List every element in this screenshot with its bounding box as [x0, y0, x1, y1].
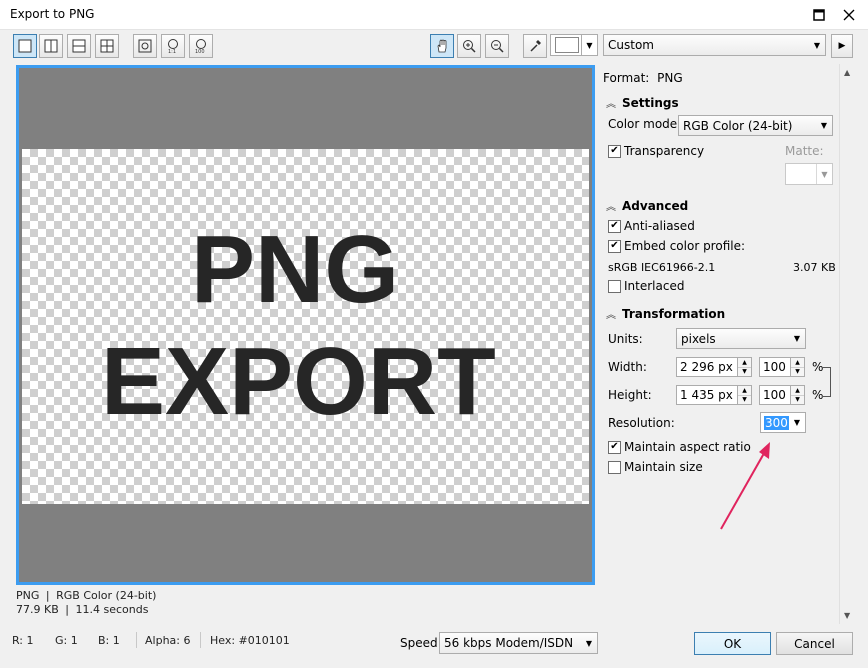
- collapse-chevron-icon: ︽: [606, 202, 616, 213]
- chevron-down-icon[interactable]: ▼: [789, 413, 805, 432]
- zoom-fit-icon[interactable]: [133, 34, 157, 58]
- chevron-down-icon: ▼: [816, 164, 832, 184]
- embed-profile-checkbox-row[interactable]: ✔ Embed color profile:: [608, 239, 745, 253]
- panel-scrollbar[interactable]: ▲ ▼: [839, 64, 856, 624]
- status-r: R: 1: [12, 634, 34, 647]
- split-horizontal-view-icon[interactable]: [67, 34, 91, 58]
- resolution-value[interactable]: 300: [764, 415, 789, 430]
- zoom-100-icon[interactable]: 100: [189, 34, 213, 58]
- settings-panel: Format: PNG ︽ Settings Color mode: RGB C…: [600, 64, 839, 624]
- anti-aliased-checkbox-row[interactable]: ✔ Anti-aliased: [608, 219, 695, 233]
- speed-dropdown[interactable]: 56 kbps Modem/ISDN ▼: [439, 632, 598, 654]
- close-icon[interactable]: [834, 0, 864, 30]
- zoom-in-icon[interactable]: [457, 34, 481, 58]
- width-spinner[interactable]: ▲ ▼: [737, 357, 752, 377]
- speed-label: Speed:: [400, 636, 442, 650]
- matte-label: Matte:: [785, 144, 824, 158]
- profile-size: 3.07 KB: [793, 261, 836, 274]
- info-time: 11.4 seconds: [75, 603, 149, 616]
- preset-value: Custom: [608, 38, 654, 52]
- svg-text:1:1: 1:1: [168, 49, 176, 54]
- status-g: G: 1: [55, 634, 78, 647]
- eyedropper-icon[interactable]: [523, 34, 547, 58]
- title-bar: Export to PNG: [0, 0, 868, 30]
- split-vertical-view-icon[interactable]: [39, 34, 63, 58]
- chevron-down-icon: ▼: [793, 334, 801, 343]
- color-mode-dropdown[interactable]: RGB Color (24-bit) ▼: [678, 115, 833, 136]
- scroll-up-icon[interactable]: ▲: [844, 68, 850, 77]
- color-swatch: [555, 37, 579, 53]
- chevron-down-icon: ▼: [820, 121, 828, 130]
- height-percent-input[interactable]: 100: [759, 385, 791, 405]
- interlaced-checkbox[interactable]: [608, 279, 621, 293]
- width-percent-spinner[interactable]: ▲ ▼: [790, 357, 805, 377]
- height-input[interactable]: 1 435 px: [676, 385, 738, 405]
- matte-color-dropdown[interactable]: ▼: [785, 163, 833, 185]
- maintain-size-checkbox[interactable]: [608, 460, 621, 474]
- maintain-aspect-checkbox[interactable]: ✔: [608, 440, 621, 454]
- info-format: PNG: [16, 589, 40, 602]
- height-spinner[interactable]: ▲ ▼: [737, 385, 752, 405]
- window-title: Export to PNG: [10, 7, 95, 21]
- preview-text-png: PNG: [191, 216, 400, 323]
- preview-info-line-2: 77.9 KB | 11.4 seconds: [16, 603, 149, 616]
- ok-button[interactable]: OK: [694, 632, 771, 655]
- info-color: RGB Color (24-bit): [56, 589, 157, 602]
- status-b: B: 1: [98, 634, 120, 647]
- zoom-1-to-1-icon[interactable]: 1:1: [161, 34, 185, 58]
- format-row: Format: PNG: [603, 71, 683, 85]
- profile-name: sRGB IEC61966-2.1: [608, 261, 716, 274]
- preview-info-line-1: PNG | RGB Color (24-bit): [16, 589, 157, 602]
- embed-profile-checkbox[interactable]: ✔: [608, 239, 621, 253]
- quad-view-icon[interactable]: [95, 34, 119, 58]
- transparency-checkbox-row[interactable]: ✔ Transparency: [608, 144, 704, 158]
- proportion-link-bracket[interactable]: [822, 367, 831, 397]
- maintain-size-checkbox-row[interactable]: Maintain size: [608, 460, 703, 474]
- scroll-down-icon[interactable]: ▼: [844, 611, 850, 620]
- transparency-checkbox[interactable]: ✔: [608, 144, 621, 158]
- collapse-chevron-icon: ︽: [606, 310, 616, 321]
- chevron-down-icon: ▼: [813, 40, 821, 50]
- svg-text:100: 100: [195, 49, 205, 54]
- annotation-arrow: [720, 442, 770, 530]
- transformation-section-header[interactable]: ︽ Transformation: [606, 306, 725, 322]
- resolution-combobox[interactable]: 300 ▼: [760, 412, 806, 433]
- preview-text-export: EXPORT: [101, 328, 496, 435]
- zoom-out-icon[interactable]: [485, 34, 509, 58]
- pan-hand-icon[interactable]: [430, 34, 454, 58]
- collapse-chevron-icon: ︽: [606, 99, 616, 110]
- transparency-checkerboard: [22, 149, 589, 504]
- status-alpha: Alpha: 6: [145, 634, 191, 647]
- width-input[interactable]: 2 296 px: [676, 357, 738, 377]
- anti-aliased-checkbox[interactable]: ✔: [608, 219, 621, 233]
- chevron-down-icon: ▼: [585, 638, 593, 648]
- matte-color-picker[interactable]: ▼: [550, 34, 598, 56]
- preview-area[interactable]: PNG EXPORT: [16, 65, 595, 585]
- settings-section-header[interactable]: ︽ Settings: [606, 95, 679, 111]
- status-bar: R: 1 G: 1 B: 1 Alpha: 6 Hex: #010101 Spe…: [0, 624, 868, 668]
- units-dropdown[interactable]: pixels ▼: [676, 328, 806, 349]
- advanced-section-header[interactable]: ︽ Advanced: [606, 198, 688, 214]
- interlaced-checkbox-row[interactable]: Interlaced: [608, 279, 684, 293]
- chevron-down-icon: ▼: [581, 35, 597, 55]
- info-size: 77.9 KB: [16, 603, 59, 616]
- preset-dropdown[interactable]: Custom ▼: [603, 34, 826, 56]
- width-percent-input[interactable]: 100: [759, 357, 791, 377]
- height-percent-spinner[interactable]: ▲ ▼: [790, 385, 805, 405]
- cancel-button[interactable]: Cancel: [776, 632, 853, 655]
- single-view-icon[interactable]: [13, 34, 37, 58]
- play-arrow-icon: ▶: [838, 41, 846, 51]
- preset-menu-button[interactable]: ▶: [831, 34, 853, 58]
- status-hex: Hex: #010101: [210, 634, 290, 647]
- maximize-icon[interactable]: [804, 0, 834, 30]
